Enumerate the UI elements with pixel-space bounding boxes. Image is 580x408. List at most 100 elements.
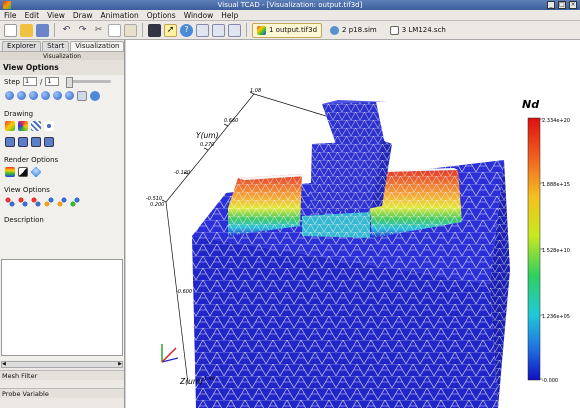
minimize-button[interactable]: _ — [547, 1, 555, 9]
y-tick-extra: 0.200 — [150, 202, 164, 208]
tab-start[interactable]: Start — [42, 41, 70, 51]
step-separator: / — [39, 77, 43, 86]
tcad-plot[interactable]: Y(um) 1.08 0.660 0.270 -0.120 -0.510 0.2… — [126, 40, 580, 408]
tile-icon[interactable] — [196, 23, 209, 37]
slice-z-icon[interactable] — [31, 137, 41, 147]
step-input[interactable]: 1 — [22, 77, 37, 86]
play-icon[interactable] — [41, 91, 50, 100]
help-icon[interactable]: ? — [180, 23, 193, 37]
legend-label-5: -0.000 — [542, 378, 558, 384]
slice-y-icon[interactable] — [18, 137, 28, 147]
rotate-y-icon[interactable] — [57, 197, 67, 207]
step-slider[interactable] — [66, 77, 112, 88]
legend-label-1: 2.334e+20 — [542, 118, 570, 124]
scatter-icon[interactable] — [44, 121, 54, 131]
close-button[interactable]: × — [569, 1, 577, 9]
drawing-tools-row-1 — [0, 120, 124, 132]
legend-colorbar — [527, 117, 541, 381]
panel-header: Visualization — [0, 51, 124, 60]
maximize-button[interactable]: □ — [558, 1, 566, 9]
render-options-label: Render Options — [4, 156, 59, 164]
toolbar: ↶ ↷ ✂ ➚ ? 1 output.tif3d 2 p18.sim 3 LM1… — [0, 21, 580, 40]
sim-icon — [330, 25, 340, 35]
scroll-left-icon[interactable]: ◀ — [2, 362, 6, 367]
first-frame-icon[interactable] — [5, 91, 14, 100]
z-axis-title: Z(um) — [179, 377, 203, 386]
doc-tab-schematic[interactable]: 3 LM124.sch — [385, 23, 451, 38]
play-back-icon[interactable] — [29, 91, 38, 100]
lighting-icon[interactable] — [30, 166, 42, 178]
contour-icon[interactable] — [5, 121, 15, 131]
y-axis-title: Y(um) — [196, 131, 219, 140]
contrast-icon[interactable] — [18, 167, 28, 177]
refresh-icon[interactable] — [90, 91, 100, 101]
next-frame-icon[interactable] — [53, 91, 62, 100]
description-label: Description — [4, 216, 44, 224]
window-title: Visual TCAD - [Visualization: output.tif… — [217, 1, 363, 9]
legend-label-2: 1.888e+15 — [542, 182, 570, 188]
legend-title: Nd — [522, 98, 539, 111]
slice-x-icon[interactable] — [5, 137, 15, 147]
drawing-label: Drawing — [4, 110, 34, 118]
open-folder-icon[interactable] — [20, 23, 33, 37]
menu-draw[interactable]: Draw — [73, 11, 93, 20]
undo-icon[interactable]: ↶ — [60, 24, 73, 37]
menu-options[interactable]: Options — [147, 11, 176, 20]
rotate-x-icon[interactable] — [44, 197, 54, 207]
cascade-icon[interactable] — [212, 23, 225, 37]
tab-explorer[interactable]: Explorer — [2, 41, 42, 51]
copy-icon[interactable] — [108, 23, 121, 37]
doc-tab-output[interactable]: 1 output.tif3d — [252, 22, 323, 38]
legend-label-4: 1.236e+05 — [542, 314, 570, 320]
view-tools — [0, 196, 124, 208]
cut-icon[interactable]: ✂ — [92, 24, 105, 37]
render-tools — [0, 166, 124, 178]
legend-label-3: 1.528e+10 — [542, 248, 570, 254]
menu-file[interactable]: File — [4, 11, 17, 20]
gate-structure — [310, 100, 392, 214]
left-panel: Explorer Start Visualization Visualizati… — [0, 40, 125, 408]
tab-visualization[interactable]: Visualization — [70, 41, 125, 51]
view-options-label: View Options — [4, 186, 50, 194]
grid-icon[interactable] — [228, 23, 241, 37]
doc-tab-sim[interactable]: 2 p18.sim — [325, 23, 382, 38]
scroll-right-icon[interactable]: ▶ — [118, 362, 122, 367]
axis-z-icon[interactable] — [31, 197, 41, 207]
vector-icon[interactable] — [31, 121, 41, 131]
drawing-tools-row-2 — [0, 136, 124, 148]
menu-bar: File Edit View Draw Animation Options Wi… — [0, 10, 580, 21]
title-bar: Visual TCAD - [Visualization: output.tif… — [0, 0, 580, 10]
3d-viewport[interactable]: Y(um) 1.08 0.660 0.270 -0.120 -0.510 0.2… — [126, 40, 580, 408]
y-tick-3: 0.270 — [200, 142, 214, 148]
description-textarea[interactable] — [1, 259, 123, 356]
menu-help[interactable]: Help — [221, 11, 238, 20]
schematic-icon — [389, 25, 399, 35]
prev-frame-icon[interactable] — [17, 91, 26, 100]
mesh-filter-section[interactable]: Mesh Filter — [0, 370, 124, 380]
redo-icon[interactable]: ↷ — [76, 24, 89, 37]
film-icon[interactable] — [77, 91, 87, 101]
view-options-title: View Options — [0, 60, 124, 75]
colormap-icon[interactable] — [5, 167, 15, 177]
last-frame-icon[interactable] — [65, 91, 74, 100]
z-tick-2: -1.40 — [202, 376, 215, 382]
clip-icon[interactable] — [44, 137, 54, 147]
menu-view[interactable]: View — [47, 11, 65, 20]
palette-icon[interactable] — [18, 121, 28, 131]
rotate-z-icon[interactable] — [70, 197, 80, 207]
horizontal-scrollbar[interactable]: ◀ ▶ — [1, 361, 123, 368]
pointer-icon[interactable]: ➚ — [164, 23, 177, 37]
terminal-icon[interactable] — [148, 23, 161, 37]
y-tick-1: 1.08 — [250, 88, 261, 94]
paste-icon[interactable] — [124, 23, 137, 37]
probe-variable-section[interactable]: Probe Variable — [0, 388, 124, 398]
axis-y-icon[interactable] — [18, 197, 28, 207]
step-total: 1 — [45, 77, 60, 86]
menu-window[interactable]: Window — [184, 11, 214, 20]
save-icon[interactable] — [36, 23, 49, 37]
menu-edit[interactable]: Edit — [25, 11, 40, 20]
new-file-icon[interactable] — [4, 23, 17, 37]
y-tick-4: -0.120 — [174, 170, 190, 176]
menu-animation[interactable]: Animation — [101, 11, 139, 20]
axis-x-icon[interactable] — [5, 197, 15, 207]
